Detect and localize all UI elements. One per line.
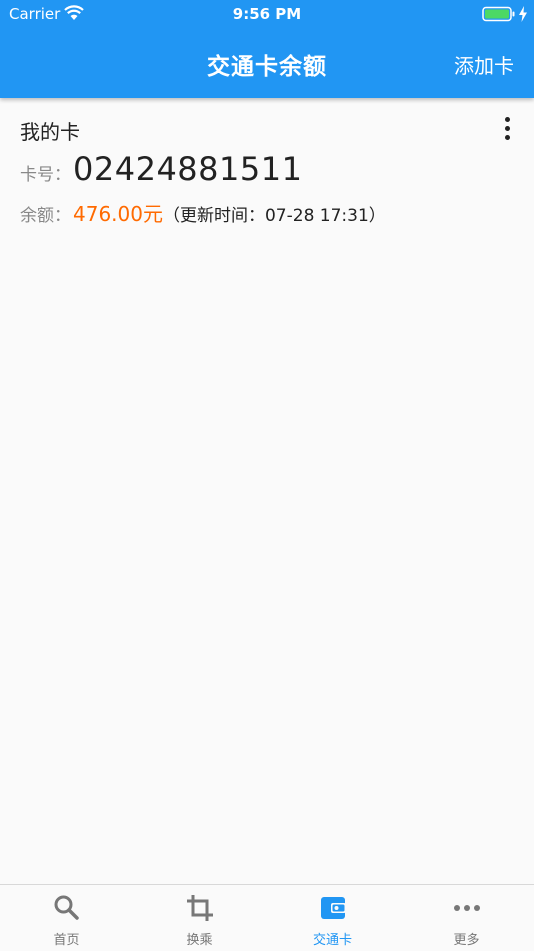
charging-icon: [519, 6, 527, 22]
balance-row: 余额： 476.00元（更新时间：07-28 17:31）: [20, 198, 386, 227]
more-vert-icon[interactable]: [496, 116, 520, 142]
tab-transfer[interactable]: 换乘: [133, 885, 266, 951]
add-card-button[interactable]: 添加卡: [454, 50, 514, 79]
balance-value: 476.00元: [73, 202, 163, 226]
status-time: 9:56 PM: [232, 5, 302, 23]
crop-icon: [186, 895, 213, 921]
update-time: （更新时间：07-28 17:31）: [162, 206, 386, 226]
transit-card-item: 我的卡 卡号：02424881511 余额： 476.00元（更新时间：07-28…: [0, 98, 534, 238]
tab-transfer-label: 换乘: [186, 933, 213, 948]
tab-transit-card[interactable]: 交通卡: [266, 885, 399, 951]
card-name: 我的卡: [20, 120, 80, 144]
tab-more-label: 更多: [453, 933, 480, 948]
card-number-label: 卡号：: [20, 165, 71, 185]
search-icon: [54, 895, 79, 920]
wallet-icon: [320, 897, 346, 919]
tab-home[interactable]: 首页: [0, 885, 133, 951]
battery-icon: [482, 6, 515, 22]
status-bar: Carrier 9:56 PM: [0, 0, 534, 28]
card-number-row: 卡号：02424881511: [20, 150, 302, 188]
tab-more[interactable]: 更多: [400, 885, 533, 951]
app-header: Carrier 9:56 PM 交通卡余额 添加卡: [0, 0, 534, 98]
card-number: 02424881511: [73, 150, 303, 188]
more-icon: [453, 905, 480, 911]
tab-home-label: 首页: [53, 933, 80, 948]
tab-transit-card-label: 交通卡: [312, 933, 352, 948]
bottom-tab-bar: 首页 换乘 交通卡 更多: [0, 884, 534, 951]
balance-label: 余额：: [20, 206, 71, 226]
